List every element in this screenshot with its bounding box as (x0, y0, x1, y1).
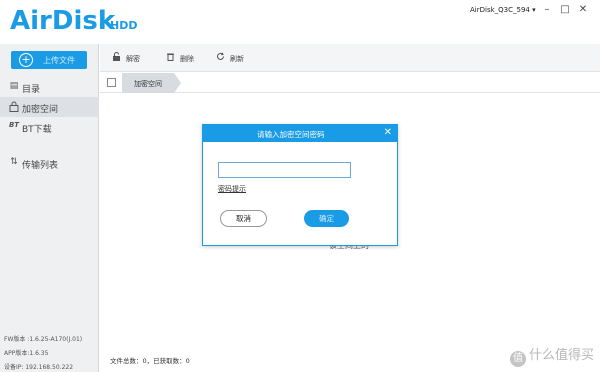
title-bar: AirDisk HDD AirDisk_Q3C_594 ▾ – □ ✕ (0, 0, 600, 44)
refresh-icon (216, 52, 226, 63)
confirm-button[interactable]: 确定 (304, 210, 349, 227)
maximize-button[interactable]: □ (558, 4, 572, 15)
sidebar-item-directory[interactable]: ▤ 目录 (0, 77, 99, 97)
sidebar-item-label: 加密空间 (22, 105, 59, 115)
password-hint-link[interactable]: 密码提示 (218, 184, 246, 194)
sidebar-item-label: 目录 (22, 85, 41, 95)
breadcrumb-bar: 加密空间 (100, 73, 600, 93)
device-selector[interactable]: AirDisk_Q3C_594 ▾ (470, 6, 536, 14)
sidebar-item-transfer-list[interactable]: ⇅ 传输列表 (0, 153, 99, 173)
password-input[interactable] (218, 162, 351, 178)
refresh-button[interactable]: 刷新 (216, 52, 244, 64)
sidebar-item-encrypted-space[interactable]: 加密空间 (0, 97, 99, 117)
sidebar-item-label: BT下载 (22, 125, 52, 135)
folder-list-icon: ▤ (9, 81, 19, 91)
password-dialog: 请输入加密空间密码 ✕ 密码提示 取消 确定 (202, 124, 398, 246)
unlock-icon (112, 52, 122, 63)
sidebar-item-bt-download[interactable]: BT BT下载 (0, 117, 99, 137)
watermark-text: 什么值得买 (529, 348, 595, 363)
lock-icon (8, 101, 20, 113)
close-window-button[interactable]: ✕ (576, 4, 590, 15)
plus-icon: + (19, 53, 33, 67)
app-version: APP版本:1.6.35 (4, 350, 49, 357)
decrypt-label: 解密 (126, 55, 140, 63)
decrypt-button[interactable]: 解密 (112, 52, 140, 64)
minimize-button[interactable]: – (540, 4, 554, 15)
dialog-header: 请输入加密空间密码 ✕ (203, 125, 397, 142)
file-count-status: 文件总数：0，已获取数：0 (110, 357, 190, 365)
refresh-label: 刷新 (230, 55, 244, 63)
dialog-title: 请输入加密空间密码 (257, 130, 325, 139)
bt-icon: BT (8, 121, 20, 129)
transfer-icon: ⇅ (10, 157, 18, 167)
watermark-badge: 值 (510, 351, 526, 367)
sidebar-item-label: 传输列表 (22, 161, 59, 171)
fw-version: FW版本 :1.6.25-A170(J.01) (4, 336, 83, 343)
watermark: 值什么值得买 (510, 344, 594, 367)
app-logo: AirDisk (10, 6, 116, 36)
delete-label: 删除 (180, 55, 194, 63)
upload-label: 上传文件 (43, 56, 75, 65)
breadcrumb-current[interactable]: 加密空间 (122, 73, 181, 93)
select-all-checkbox[interactable] (107, 78, 116, 87)
cancel-button[interactable]: 取消 (220, 210, 267, 227)
trash-icon (166, 52, 176, 63)
device-ip: 设备IP: 192.168.50.222 (4, 364, 74, 371)
sidebar: + 上传文件 ▤ 目录 加密空间 BT BT下载 ⇅ 传输列表 FW版本 :1.… (0, 44, 99, 372)
dialog-close-icon[interactable]: ✕ (384, 127, 392, 138)
delete-button[interactable]: 删除 (166, 52, 194, 64)
toolbar: 解密 删除 刷新 (100, 44, 600, 72)
upload-button[interactable]: + 上传文件 (11, 51, 87, 69)
app-logo-sub: HDD (110, 19, 138, 32)
